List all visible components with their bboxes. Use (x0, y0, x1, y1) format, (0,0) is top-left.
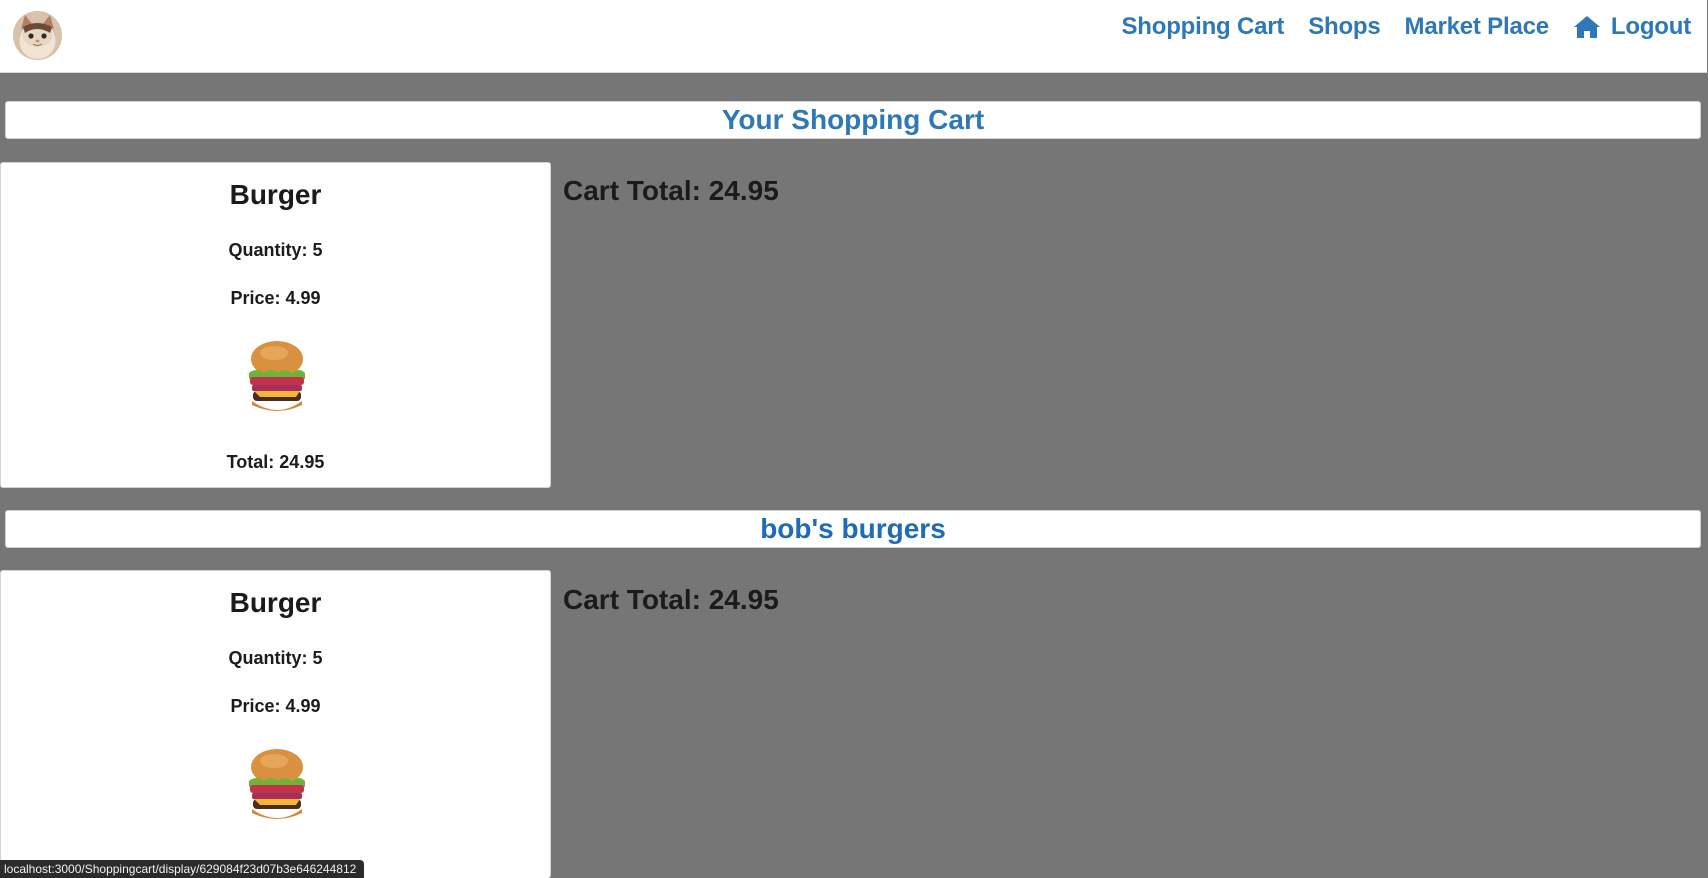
nav-link-label: Logout (1610, 12, 1691, 40)
nav-link-shopping-cart[interactable]: Shopping Cart (1121, 13, 1284, 41)
item-total: Total: 24.95 (226, 452, 325, 472)
item-quantity: Quantity: 5 (228, 240, 323, 260)
home-icon (1573, 15, 1600, 38)
cart-item-card: Burger Quantity: 5 Price: 4.99 Total: 24… (0, 162, 551, 488)
navbar: Shopping Cart Shops Market Place Logout (0, 0, 1707, 73)
burger-image (249, 341, 305, 411)
nav-link-logout[interactable]: Logout (1573, 13, 1691, 41)
nav-link-label: Market Place (1404, 12, 1550, 40)
cart-total: Cart Total: 24.95 (563, 584, 779, 615)
cart-item-card: Burger Quantity: 5 Price: 4.99 (0, 570, 551, 878)
item-price: Price: 4.99 (230, 696, 321, 716)
nav-link-label: Shops (1308, 12, 1381, 40)
section-header-cart: Your Shopping Cart (5, 101, 1701, 139)
cart-total: Cart Total: 24.95 (563, 175, 779, 206)
nav-link-label: Shopping Cart (1121, 12, 1285, 40)
section-header-shop: bob's burgers (5, 510, 1701, 548)
cat-avatar-icon (13, 11, 62, 60)
item-name: Burger (229, 587, 322, 618)
browser-status-bar: localhost:3000/Shoppingcart/display/6290… (0, 860, 365, 878)
item-name: Burger (229, 179, 322, 210)
avatar[interactable] (13, 11, 62, 60)
nav-links: Shopping Cart Shops Market Place Logout (1121, 0, 1691, 53)
nav-link-market-place[interactable]: Market Place (1404, 12, 1550, 41)
burger-image (249, 749, 305, 819)
item-quantity: Quantity: 5 (228, 648, 323, 668)
item-price: Price: 4.99 (230, 288, 321, 308)
nav-link-shops[interactable]: Shops (1308, 12, 1381, 41)
